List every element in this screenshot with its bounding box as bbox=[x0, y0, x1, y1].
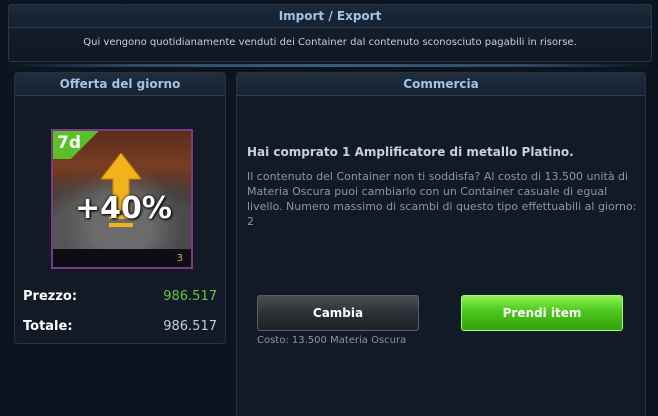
price-label: Prezzo: bbox=[23, 289, 78, 304]
item-card-footer bbox=[53, 249, 191, 267]
bonus-text: +40% bbox=[75, 191, 172, 226]
purchase-description: Il contenuto del Container non ti soddis… bbox=[247, 170, 637, 228]
divider bbox=[0, 64, 658, 67]
daily-offer-panel: Offerta del giorno 7d +40% 3 Prezzo: 986… bbox=[14, 72, 226, 344]
trade-title: Commercia bbox=[237, 73, 645, 96]
total-value: 986.517 bbox=[163, 319, 217, 334]
item-count: 3 bbox=[176, 253, 183, 264]
page-description: Qui vengono quotidianamente venduti dei … bbox=[83, 37, 577, 48]
total-label: Totale: bbox=[23, 319, 73, 334]
page-title: Import / Export bbox=[9, 5, 651, 28]
take-item-button[interactable]: Prendi item bbox=[461, 295, 623, 331]
daily-offer-title: Offerta del giorno bbox=[15, 73, 225, 96]
import-export-panel: Import / Export Qui vengono quotidianame… bbox=[8, 4, 652, 62]
trade-panel: Commercia Hai comprato 1 Amplificatore d… bbox=[236, 72, 646, 416]
item-card[interactable]: 7d +40% 3 bbox=[51, 129, 193, 269]
duration-text: 7d bbox=[57, 133, 81, 153]
price-value: 986.517 bbox=[163, 289, 217, 304]
change-button[interactable]: Cambia bbox=[257, 295, 419, 331]
change-cost: Costo: 13.500 Materia Oscura bbox=[257, 335, 407, 346]
purchase-title: Hai comprato 1 Amplificatore di metallo … bbox=[247, 145, 574, 159]
